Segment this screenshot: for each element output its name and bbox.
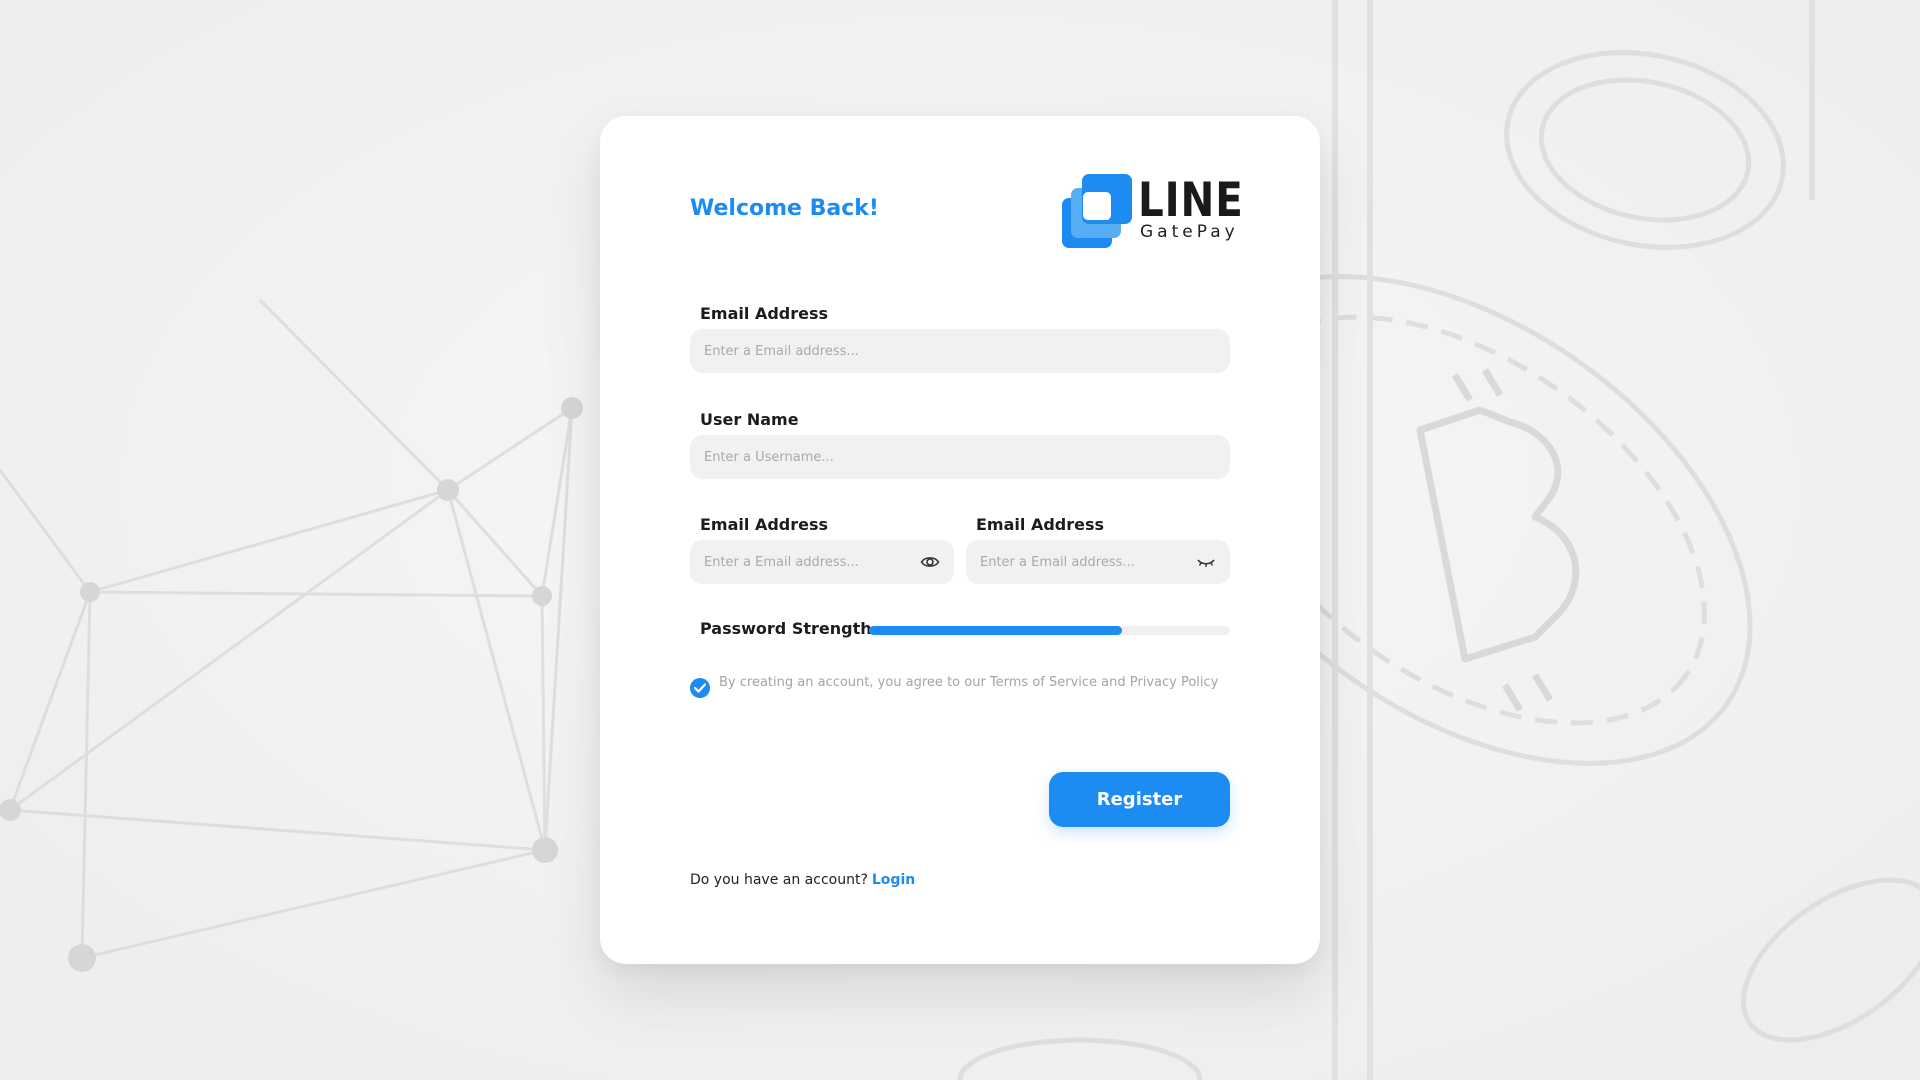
login-question: Do you have an account? xyxy=(690,872,868,888)
register-button[interactable]: Register xyxy=(1049,772,1230,827)
confirm-password-label: Email Address xyxy=(976,515,1105,534)
password-strength-label: Password Strength xyxy=(700,619,872,638)
username-label: User Name xyxy=(700,410,799,429)
logo-wordmark: LINE xyxy=(1138,173,1244,228)
logo-subtitle: GatePay xyxy=(1140,222,1239,242)
check-icon xyxy=(694,683,706,693)
terms-text: By creating an account, you agree to our… xyxy=(719,675,1219,690)
username-input[interactable] xyxy=(690,435,1230,479)
login-link[interactable]: Login xyxy=(872,872,915,888)
confirm-password-input[interactable] xyxy=(966,540,1230,584)
welcome-heading: Welcome Back! xyxy=(690,196,879,221)
password-label: Email Address xyxy=(700,515,829,534)
login-prompt: Do you have an account? Login xyxy=(690,872,915,888)
email-label: Email Address xyxy=(700,304,829,323)
eye-open-icon[interactable] xyxy=(920,553,940,571)
password-strength-bar xyxy=(869,626,1230,635)
terms-checkbox[interactable] xyxy=(690,678,710,698)
gatepay-logo: LINE GatePay xyxy=(1062,174,1243,248)
password-input[interactable] xyxy=(690,540,954,584)
password-field-wrapper xyxy=(690,540,954,584)
password-strength-fill xyxy=(869,626,1122,635)
register-card: Welcome Back! LINE GatePay Email Address… xyxy=(600,116,1320,964)
terms-agreement: By creating an account, you agree to our… xyxy=(690,676,1235,716)
eye-closed-icon[interactable] xyxy=(1196,553,1216,571)
email-field-wrapper xyxy=(690,329,1230,373)
email-input[interactable] xyxy=(690,329,1230,373)
username-field-wrapper xyxy=(690,435,1230,479)
confirm-password-field-wrapper xyxy=(966,540,1230,584)
logo-mark-icon xyxy=(1062,174,1132,248)
